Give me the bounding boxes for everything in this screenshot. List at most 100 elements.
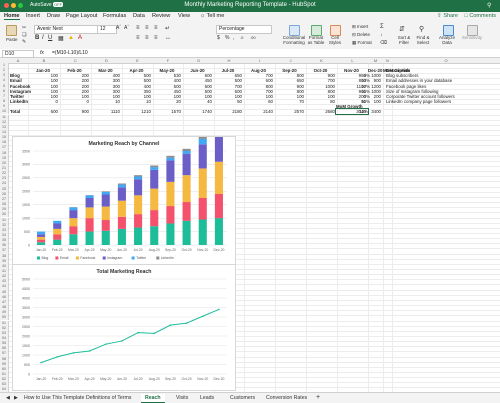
bold-button[interactable]: B: [35, 35, 39, 41]
insert-cells-button[interactable]: ⊞ Insert: [352, 24, 368, 30]
decrease-decimal-icon[interactable]: .00: [250, 35, 256, 40]
total-value[interactable]: 2680: [306, 109, 335, 114]
align-bottom-icon[interactable]: ≡: [154, 25, 158, 31]
font-name-select[interactable]: Avenir Next: [34, 25, 98, 34]
tab-home[interactable]: Home: [4, 13, 20, 20]
tab-tell-me[interactable]: ☼ Tell me: [200, 13, 224, 19]
format-painter-icon[interactable]: ✎: [22, 39, 26, 45]
channel-value[interactable]: 20: [153, 99, 181, 104]
channel-value[interactable]: 0: [28, 99, 58, 104]
italic-button[interactable]: I: [42, 35, 44, 41]
percent-icon[interactable]: %: [225, 35, 229, 41]
total-growth-cell[interactable]: 12%: [336, 109, 368, 114]
wrap-text-icon[interactable]: ↵: [165, 25, 170, 32]
borders-icon[interactable]: ▦: [58, 35, 64, 42]
fx-icon[interactable]: fx: [40, 50, 44, 56]
sheet-tab[interactable]: How to Use This Template: [20, 394, 88, 402]
cut-icon[interactable]: ✂: [22, 25, 26, 31]
channel-value[interactable]: 80: [306, 99, 335, 104]
sheet-tab[interactable]: Customers: [226, 394, 259, 402]
tab-insert[interactable]: Insert: [26, 13, 40, 19]
channel-name[interactable]: LinkedIn: [10, 99, 28, 104]
tab-data[interactable]: Data: [133, 13, 145, 19]
column-header[interactable]: O: [392, 58, 500, 64]
total-value[interactable]: 1570: [153, 109, 181, 114]
increase-font-icon[interactable]: Aˆ: [116, 25, 121, 31]
formula-input[interactable]: =(M10-L10)/L10: [52, 50, 88, 56]
align-top-icon[interactable]: ≡: [136, 25, 140, 31]
channel-value[interactable]: 70: [275, 99, 304, 104]
find-select-label[interactable]: Find & Select: [414, 36, 432, 45]
column-header[interactable]: D: [91, 58, 122, 64]
tab-view[interactable]: View: [178, 13, 190, 19]
search-icon[interactable]: ⚲: [487, 2, 496, 10]
delete-cells-button[interactable]: ⊟ Delete: [352, 32, 370, 38]
column-header[interactable]: M: [368, 58, 383, 64]
share-button[interactable]: ⇧ Share: [437, 13, 458, 19]
align-middle-icon[interactable]: ≡: [145, 25, 149, 31]
tab-formulas[interactable]: Formulas: [103, 13, 126, 19]
reach-by-channel-chart[interactable]: Marketing Reach by Channel05001000150020…: [12, 136, 236, 266]
channel-value[interactable]: 0: [60, 99, 89, 104]
total-value[interactable]: 3400: [368, 109, 381, 114]
clear-icon[interactable]: ⌫: [380, 40, 387, 46]
column-header[interactable]: A: [8, 58, 28, 64]
font-size-select[interactable]: 12: [97, 25, 117, 34]
sensitivity-label[interactable]: Sensitivity: [461, 36, 483, 41]
total-reach-chart[interactable]: Total Marketing Reach0500100015002000250…: [12, 264, 236, 391]
total-value[interactable]: 1740: [183, 109, 212, 114]
comma-style-icon[interactable]: ,: [233, 35, 234, 41]
column-header[interactable]: C: [60, 58, 91, 64]
sheet-tab[interactable]: Conversion Rates: [262, 394, 311, 402]
format-as-table-label[interactable]: Format as Table: [306, 36, 326, 45]
column-header[interactable]: I: [244, 58, 275, 64]
column-header[interactable]: N: [383, 58, 392, 64]
tab-page-layout[interactable]: Page Layout: [66, 13, 97, 19]
channel-value[interactable]: 60: [244, 99, 273, 104]
channel-value[interactable]: 40: [183, 99, 212, 104]
currency-icon[interactable]: $: [217, 35, 220, 41]
channel-value[interactable]: 10: [122, 99, 151, 104]
total-label[interactable]: Total: [10, 109, 28, 114]
total-value[interactable]: 2180: [214, 109, 242, 114]
font-color-icon[interactable]: A: [78, 35, 82, 41]
align-center-icon[interactable]: ≡: [145, 35, 149, 41]
decrease-font-icon[interactable]: Aˇ: [124, 25, 129, 31]
total-value[interactable]: 1210: [122, 109, 151, 114]
column-header[interactable]: K: [306, 58, 337, 64]
align-right-icon[interactable]: ≡: [154, 35, 158, 41]
conditional-formatting-label[interactable]: Conditional Formatting: [282, 36, 306, 45]
sheet-tab[interactable]: Leads: [196, 394, 218, 402]
underline-button[interactable]: U: [48, 35, 52, 41]
sheet-tab[interactable]: Visits: [172, 394, 192, 402]
sort-filter-label[interactable]: Sort & Filter: [395, 36, 413, 45]
merge-center-icon[interactable]: ↔: [165, 35, 171, 41]
align-left-icon[interactable]: ≡: [136, 35, 140, 41]
column-header[interactable]: L: [337, 58, 368, 64]
sheet-tab[interactable]: Definitions of Terms: [82, 394, 135, 402]
cell-styles-label[interactable]: Cell Styles: [327, 36, 343, 45]
name-box[interactable]: D10: [2, 50, 34, 58]
copy-icon[interactable]: ❏: [22, 32, 26, 38]
channel-value[interactable]: 10: [91, 99, 120, 104]
channel-description[interactable]: LinkedIn company page followers: [386, 99, 451, 104]
column-header[interactable]: E: [122, 58, 153, 64]
column-header[interactable]: H: [214, 58, 244, 64]
find-select-icon[interactable]: ⚲: [419, 25, 424, 33]
total-value[interactable]: 600: [28, 109, 58, 114]
column-header[interactable]: B: [28, 58, 60, 64]
worksheet-grid[interactable]: ABCDEFGHIJKLMNOP123456789101112131415161…: [0, 58, 500, 392]
column-header[interactable]: F: [153, 58, 183, 64]
add-sheet-icon[interactable]: +: [312, 394, 324, 401]
number-format-select[interactable]: Percentage: [216, 25, 272, 34]
analyze-data-label[interactable]: Analyze Data: [437, 36, 457, 45]
channel-value[interactable]: 50: [214, 99, 242, 104]
increase-decimal-icon[interactable]: .0: [240, 35, 243, 40]
fill-color-icon[interactable]: ▲: [68, 35, 74, 41]
column-header[interactable]: J: [275, 58, 306, 64]
fill-icon[interactable]: ↓: [380, 32, 383, 38]
tab-review[interactable]: Review: [152, 13, 170, 19]
sort-filter-icon[interactable]: ⇵: [399, 25, 405, 33]
tab-draw[interactable]: Draw: [47, 13, 60, 19]
format-cells-button[interactable]: ▦ Format: [352, 40, 372, 46]
